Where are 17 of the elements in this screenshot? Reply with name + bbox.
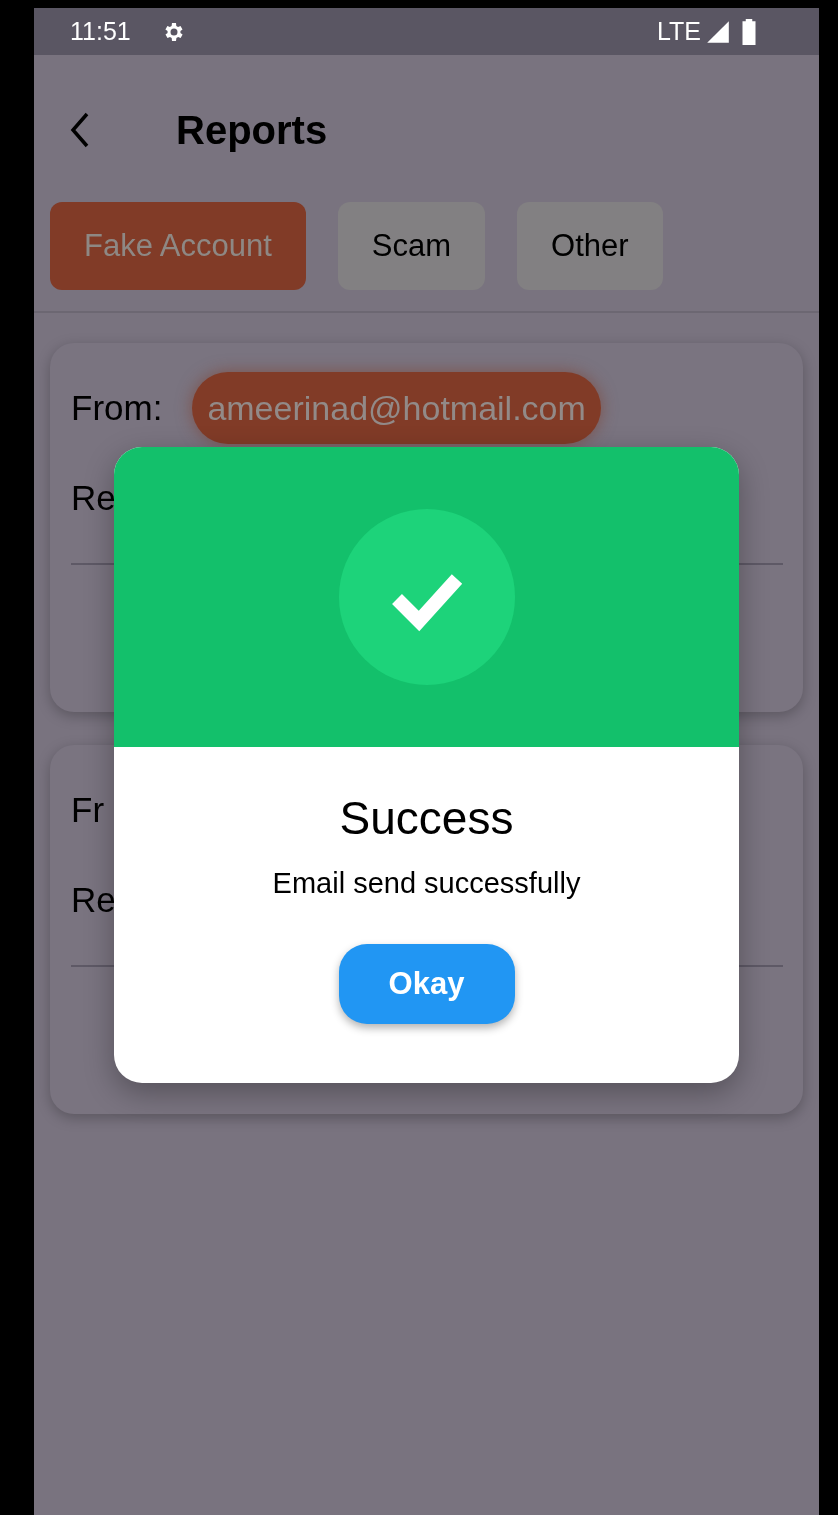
okay-button[interactable]: Okay [338,944,515,1024]
back-icon[interactable] [70,112,90,148]
email-chip: ameerinad@hotmail.com [192,372,601,444]
report-label: Re [71,478,116,518]
from-label: Fr [71,790,105,830]
signal-icon [705,18,731,45]
dialog-title: Success [339,791,514,845]
status-time: 11:51 [70,17,131,46]
from-label: From: [71,388,163,428]
network-type: LTE [657,17,701,46]
battery-icon [741,18,757,45]
category-tab[interactable]: Scam [337,202,486,290]
report-label: Re [71,880,116,920]
check-circle-icon [338,509,515,685]
category-tab[interactable]: Other [517,202,663,290]
page-title: Reports [176,107,328,153]
dialog-message: Email send successfully [272,867,581,900]
